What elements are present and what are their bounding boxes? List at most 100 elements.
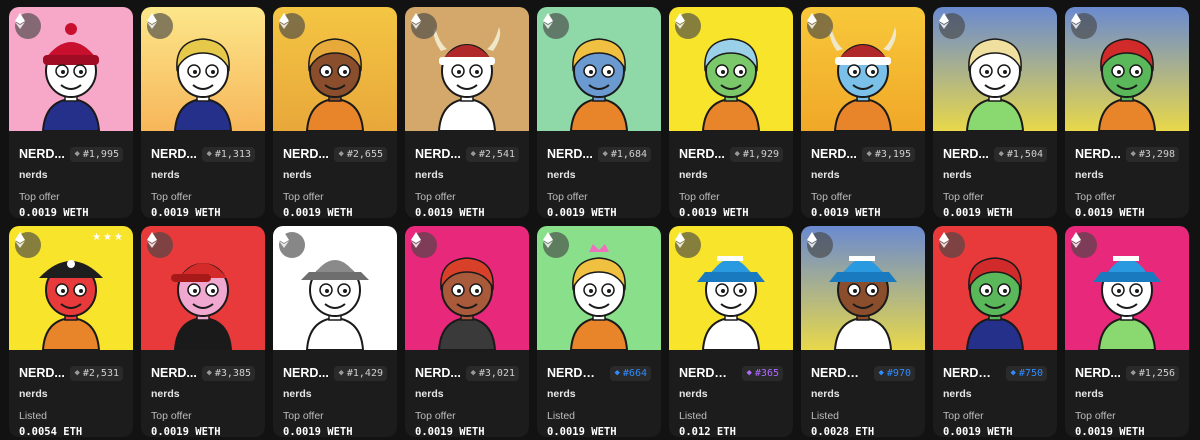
price-label: Top offer [283, 410, 324, 422]
nft-card[interactable]: NERDs ... ◆ #970 nerds Listed 0.0028 ETH [801, 226, 925, 437]
nft-card[interactable]: NERD... ◆ #1,684 nerds Top offer 0.0019 WETH [537, 7, 661, 218]
nft-image[interactable] [273, 7, 397, 131]
nft-image[interactable] [669, 226, 793, 350]
nft-name: NERDs ... [679, 366, 733, 380]
collection-name: nerds [1075, 388, 1104, 400]
nft-image[interactable] [405, 226, 529, 350]
price-label: Listed [811, 410, 840, 422]
nft-card[interactable]: NERDs ... ◆ #750 nerds Top offer 0.0019 WETH [933, 226, 1057, 437]
collection-name: nerds [547, 169, 576, 181]
collection-name: nerds [283, 388, 312, 400]
rarity-rank-badge: ◆ #2,541 [466, 146, 519, 162]
nft-name: NERDs ... [811, 366, 865, 380]
nft-image[interactable] [9, 7, 133, 131]
collection-name: nerds [415, 169, 444, 181]
ethereum-chain-icon [279, 232, 305, 258]
price-label: Top offer [547, 191, 588, 203]
nft-image[interactable] [537, 226, 661, 350]
nft-image[interactable] [1065, 7, 1189, 131]
rarity-rank-badge: ◆ #365 [742, 365, 783, 381]
rarity-diamond-icon: ◆ [746, 368, 752, 378]
nft-card[interactable]: NERD... ◆ #3,021 nerds Top offer 0.0019 WETH [405, 226, 529, 437]
ethereum-chain-icon [15, 13, 41, 39]
price-label: Top offer [811, 191, 852, 203]
rarity-diamond-icon: ◆ [74, 149, 80, 159]
nft-image[interactable] [933, 226, 1057, 350]
collection-name: nerds [679, 169, 708, 181]
nft-card[interactable]: NERD... ◆ #3,298 nerds Top offer 0.0019 WETH [1065, 7, 1189, 218]
stars-badge: ★★★ [92, 232, 125, 243]
nft-card[interactable]: NERDs ... ◆ #664 nerds Listed 0.0019 WETH [537, 226, 661, 437]
nft-image[interactable] [1065, 226, 1189, 350]
nft-image[interactable] [669, 7, 793, 131]
price-value: 0.0019 WETH [151, 426, 221, 437]
nft-image[interactable] [141, 7, 265, 131]
nft-name: NERD... [151, 147, 197, 161]
rarity-rank: #3,021 [478, 367, 515, 379]
collection-name: nerds [547, 388, 576, 400]
rarity-rank: #2,541 [478, 148, 515, 160]
rarity-rank-badge: ◆ #1,995 [70, 146, 123, 162]
nft-image[interactable] [405, 7, 529, 131]
rarity-rank-badge: ◆ #3,298 [1126, 146, 1179, 162]
nft-image[interactable] [141, 226, 265, 350]
nft-name: NERDs ... [547, 366, 601, 380]
nft-card[interactable]: NERD... ◆ #1,504 nerds Top offer 0.0019 WETH [933, 7, 1057, 218]
nft-image[interactable] [537, 7, 661, 131]
nft-image[interactable] [933, 7, 1057, 131]
nft-name: NERD... [1075, 147, 1121, 161]
collection-name: nerds [1075, 169, 1104, 181]
collection-name: nerds [151, 388, 180, 400]
nft-name: NERDs ... [943, 366, 997, 380]
rarity-rank: #970 [886, 367, 911, 379]
collection-name: nerds [811, 388, 840, 400]
collection-name: nerds [19, 169, 48, 181]
nft-image[interactable] [801, 7, 925, 131]
nft-card[interactable]: NERD... ◆ #2,655 nerds Top offer 0.0019 WETH [273, 7, 397, 218]
rarity-diamond-icon: ◆ [614, 368, 620, 378]
nft-card[interactable]: NERD... ◆ #3,385 nerds Top offer 0.0019 WETH [141, 226, 265, 437]
ethereum-chain-icon [807, 13, 833, 39]
price-value: 0.0019 WETH [1075, 426, 1145, 437]
rarity-rank-badge: ◆ #2,531 [70, 365, 123, 381]
nft-card[interactable]: NERD... ◆ #1,429 nerds Top offer 0.0019 WETH [273, 226, 397, 437]
rarity-diamond-icon: ◆ [206, 149, 212, 159]
nft-card[interactable]: NERD... ◆ #1,929 nerds Top offer 0.0019 WETH [669, 7, 793, 218]
nft-image[interactable]: ★★★ [9, 226, 133, 350]
price-label: Top offer [151, 410, 192, 422]
ethereum-chain-icon [411, 232, 437, 258]
nft-card[interactable]: NERD... ◆ #3,195 nerds Top offer 0.0019 WETH [801, 7, 925, 218]
nft-image[interactable] [801, 226, 925, 350]
nft-name: NERD... [943, 147, 989, 161]
rarity-rank: #2,655 [346, 148, 383, 160]
nft-image[interactable] [273, 226, 397, 350]
rarity-rank: #2,531 [82, 367, 119, 379]
ethereum-chain-icon [279, 13, 305, 39]
price-value: 0.0019 WETH [415, 207, 485, 218]
rarity-rank-badge: ◆ #1,429 [334, 365, 387, 381]
rarity-rank: #3,298 [1138, 148, 1175, 160]
price-value: 0.0019 WETH [679, 207, 749, 218]
nft-card[interactable]: NERD... ◆ #1,995 nerds Top offer 0.0019 WETH [9, 7, 133, 218]
ethereum-chain-icon [147, 232, 173, 258]
rarity-diamond-icon: ◆ [338, 149, 344, 159]
price-value: 0.0019 WETH [151, 207, 221, 218]
collection-name: nerds [943, 169, 972, 181]
rarity-diamond-icon: ◆ [1010, 368, 1016, 378]
nft-card[interactable]: NERDs ... ◆ #365 nerds Listed 0.012 ETH [669, 226, 793, 437]
nft-card[interactable]: NERD... ◆ #1,313 nerds Top offer 0.0019 WETH [141, 7, 265, 218]
rarity-rank-badge: ◆ #1,929 [730, 146, 783, 162]
rarity-diamond-icon: ◆ [470, 149, 476, 159]
rarity-rank: #3,195 [874, 148, 911, 160]
nft-card[interactable]: ★★★ NERD... ◆ #2,531 nerds Listed 0.0054 ETH [9, 226, 133, 437]
rarity-rank-badge: ◆ #1,504 [994, 146, 1047, 162]
nft-card[interactable]: NERD... ◆ #2,541 nerds Top offer 0.0019 WETH [405, 7, 529, 218]
rarity-rank: #1,256 [1138, 367, 1175, 379]
rarity-rank-badge: ◆ #2,655 [334, 146, 387, 162]
collection-name: nerds [811, 169, 840, 181]
rarity-rank-badge: ◆ #970 [874, 365, 915, 381]
price-label: Top offer [283, 191, 324, 203]
ethereum-chain-icon [147, 13, 173, 39]
rarity-rank-badge: ◆ #1,684 [598, 146, 651, 162]
nft-card[interactable]: NERD... ◆ #1,256 nerds Top offer 0.0019 WETH [1065, 226, 1189, 437]
